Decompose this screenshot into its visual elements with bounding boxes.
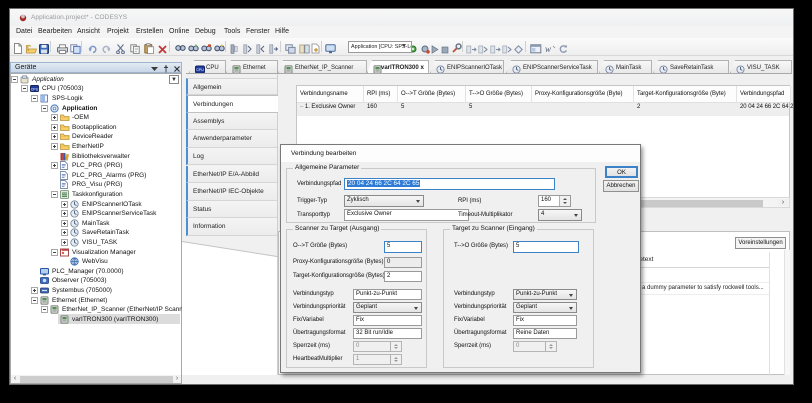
svg-text:CPU: CPU — [196, 68, 204, 72]
svg-text:CPU: CPU — [31, 88, 39, 92]
svg-text:w: w — [545, 44, 551, 54]
